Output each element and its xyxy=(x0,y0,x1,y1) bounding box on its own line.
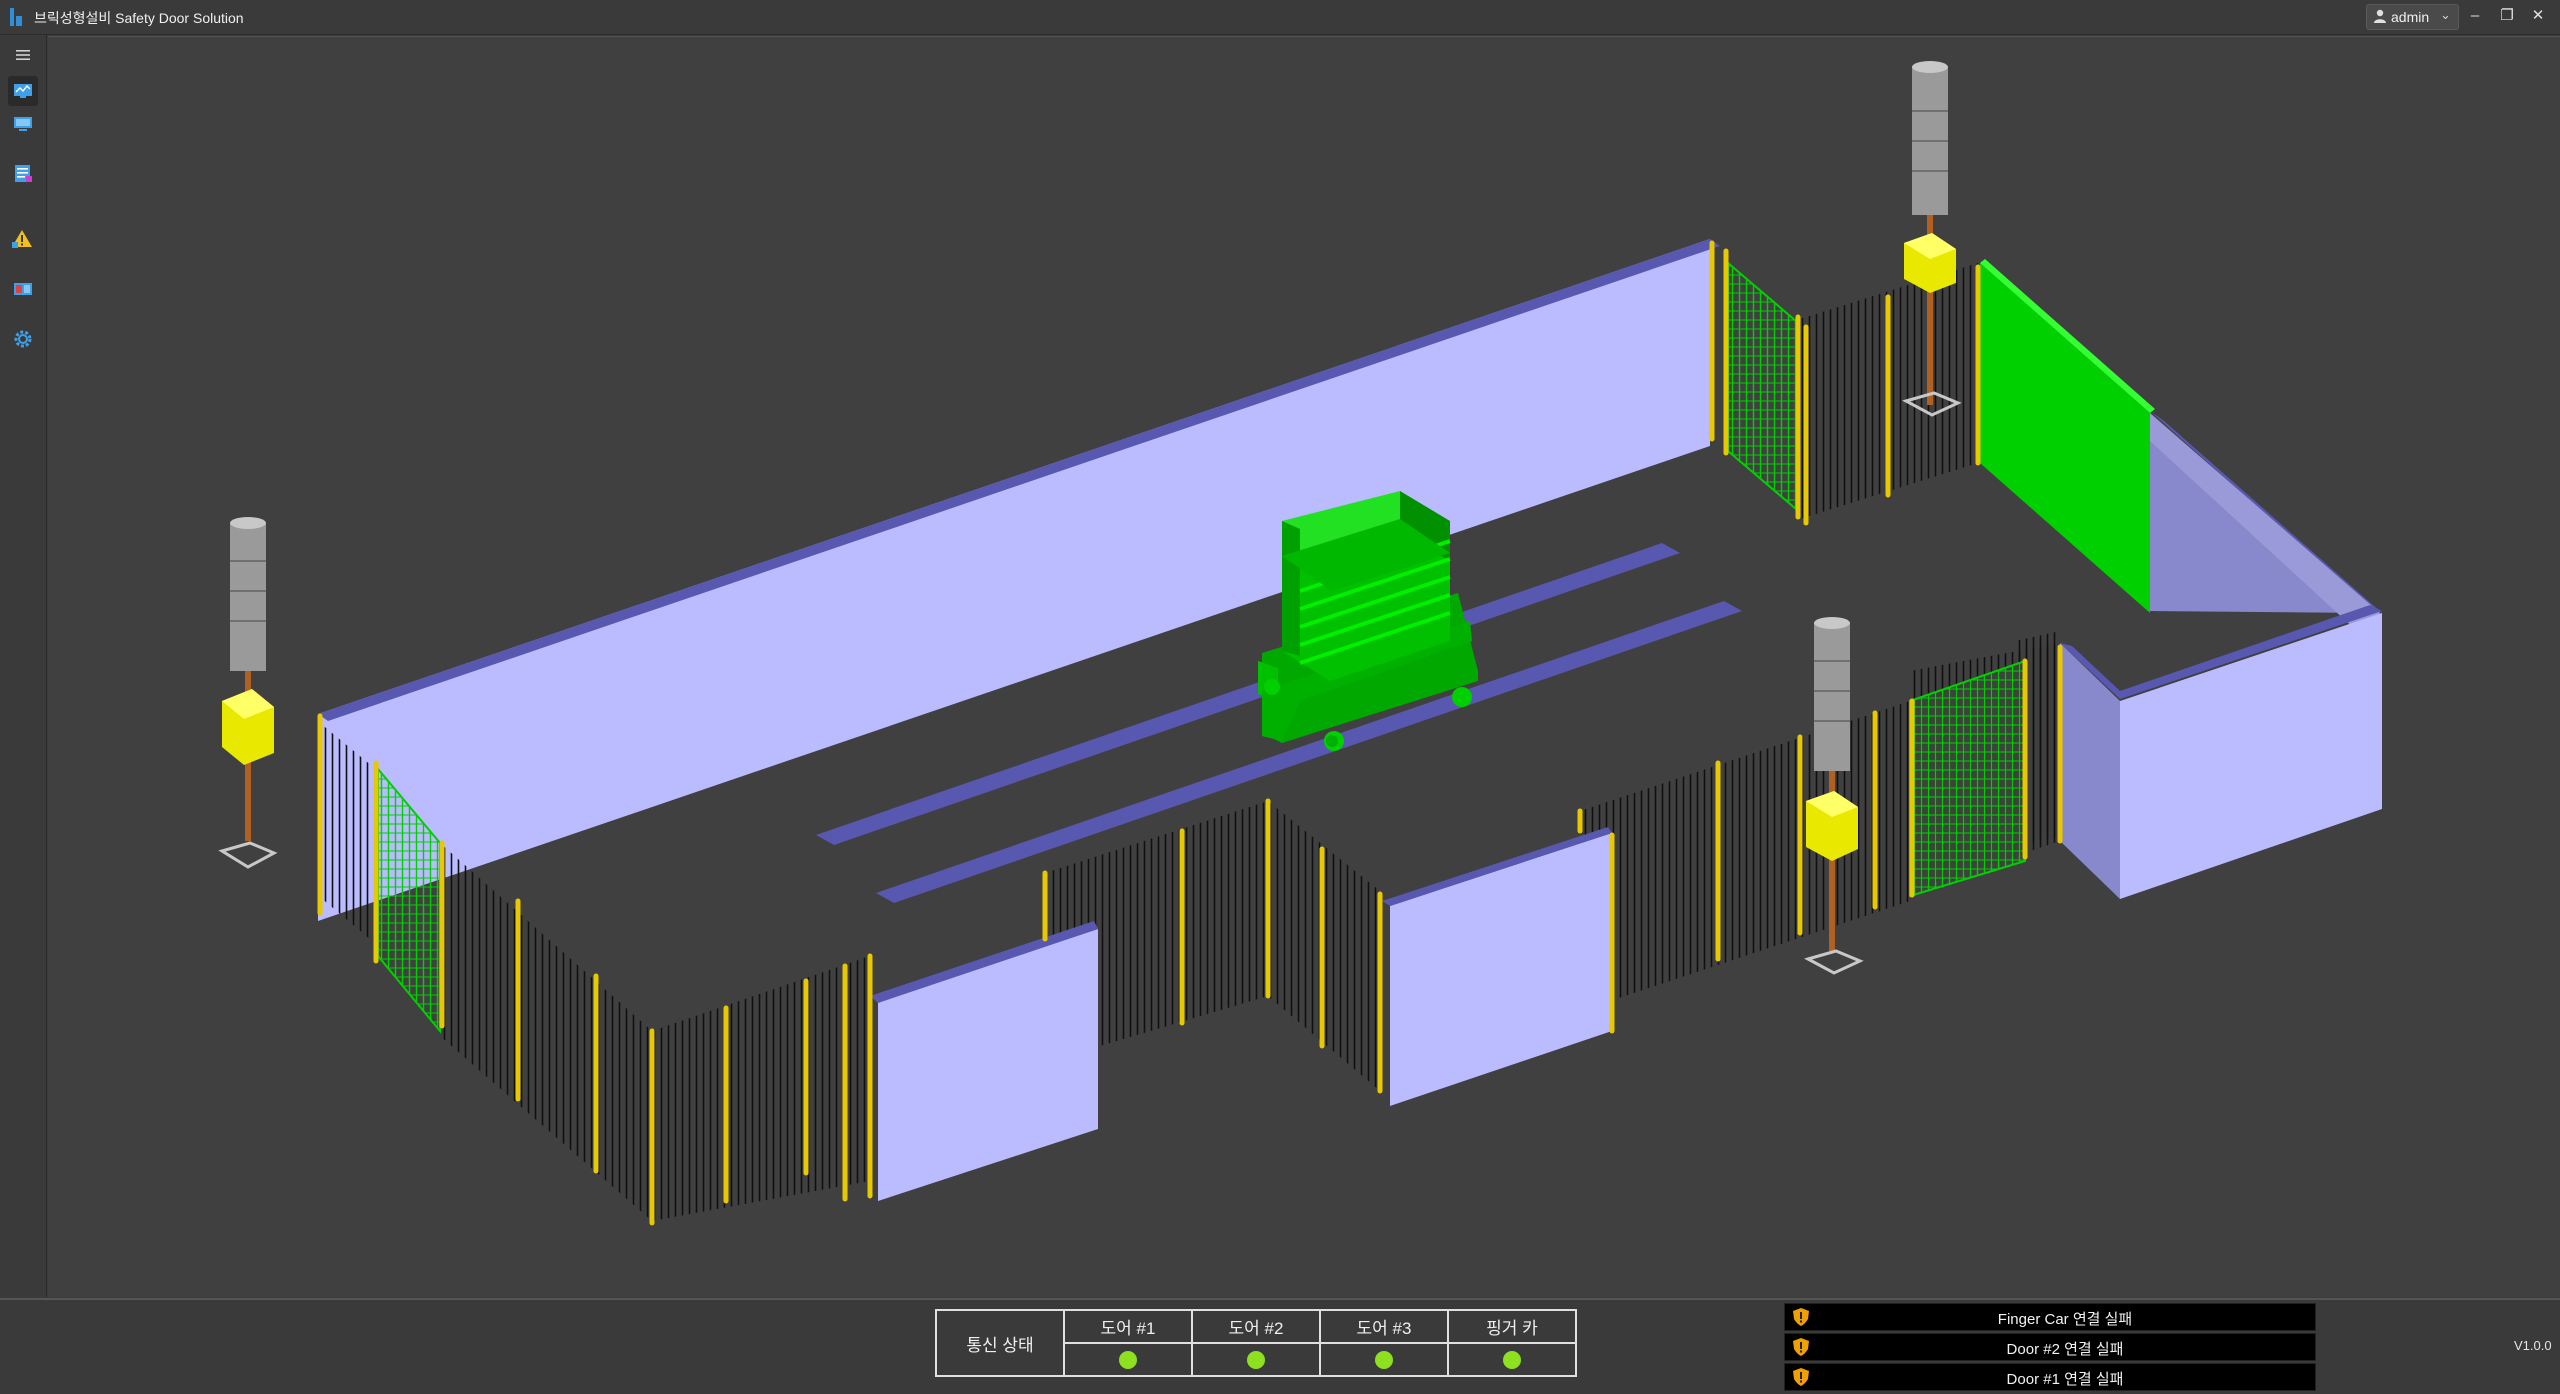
comm-status-cell xyxy=(1447,1342,1577,1377)
app-logo xyxy=(10,8,24,26)
alarm-text: Door #1 연결 실패 xyxy=(2006,1371,2124,1388)
restore-button[interactable]: ❐ xyxy=(2492,4,2522,28)
sidebar-item-report[interactable] xyxy=(8,158,38,188)
chevron-down-icon: ⌄ xyxy=(2440,7,2451,22)
shield-warning-icon xyxy=(1793,1338,1809,1356)
status-led-door-3 xyxy=(1375,1351,1393,1370)
alarm-text: Finger Car 연결 실패 xyxy=(1997,1311,2133,1328)
comm-device-door-3: 도어 #3 xyxy=(1319,1309,1449,1344)
back-wall xyxy=(318,239,1720,921)
comm-device-finger-car: 핑거 카 xyxy=(1447,1309,1577,1344)
status-led-door-2 xyxy=(1247,1351,1265,1370)
hamburger-icon xyxy=(16,50,30,60)
status-led-finger-car xyxy=(1503,1351,1521,1370)
sidebar-item-alarm[interactable] xyxy=(8,224,38,254)
sidebar-item-monitoring[interactable] xyxy=(8,76,38,106)
sidebar-item-menu[interactable] xyxy=(8,40,38,70)
comm-status-cell xyxy=(1319,1342,1449,1377)
comm-status-label: 통신 상태 xyxy=(935,1309,1065,1377)
factory-scene xyxy=(218,61,2382,1226)
door-2-mesh xyxy=(1727,260,1797,512)
comm-status-table: 통신 상태 도어 #1 도어 #2 도어 #3 핑거 카 xyxy=(935,1309,1577,1377)
warning-triangle-icon xyxy=(12,230,32,248)
sidebar-item-door[interactable] xyxy=(8,274,38,304)
door-3-green-panel xyxy=(1980,263,2150,613)
comm-status-cell xyxy=(1063,1342,1193,1377)
monitor-chart-icon xyxy=(14,84,32,98)
comm-status-cell xyxy=(1191,1342,1321,1377)
close-button[interactable]: ✕ xyxy=(2523,4,2553,28)
sidebar-item-settings[interactable] xyxy=(8,324,38,354)
user-icon xyxy=(2374,9,2386,23)
shield-warning-icon xyxy=(1793,1368,1809,1386)
display-icon xyxy=(14,117,32,131)
sidebar-item-screen[interactable] xyxy=(8,108,38,138)
gear-icon xyxy=(14,330,32,348)
comm-device-door-2: 도어 #2 xyxy=(1191,1309,1321,1344)
alarm-item[interactable]: Door #1 연결 실패 xyxy=(1784,1363,2316,1391)
alarm-text: Door #2 연결 실패 xyxy=(2006,1341,2124,1358)
shield-warning-icon xyxy=(1793,1308,1809,1326)
list-report-icon xyxy=(15,165,32,182)
app-title: 브릭성형설비 Safety Door Solution xyxy=(34,10,244,26)
alarm-item[interactable]: Finger Car 연결 실패 xyxy=(1784,1303,2316,1331)
user-menu[interactable]: admin ⌄ xyxy=(2366,4,2459,30)
alarm-item[interactable]: Door #2 연결 실패 xyxy=(1784,1333,2316,1361)
sidebar xyxy=(0,35,47,1297)
user-name: admin xyxy=(2391,9,2430,25)
status-led-door-1 xyxy=(1119,1351,1137,1370)
minimize-button[interactable]: – xyxy=(2460,4,2490,28)
app-version: V1.0.0 xyxy=(2514,1338,2552,1353)
signal-tower-left xyxy=(218,517,278,869)
comm-device-door-1: 도어 #1 xyxy=(1063,1309,1193,1344)
door-front-mesh xyxy=(1909,659,2026,898)
alarm-list: Finger Car 연결 실패 Door #2 연결 실패 Door #1 연… xyxy=(1784,1303,2316,1393)
scene-viewport xyxy=(48,36,2560,1297)
title-bar: 브릭성형설비 Safety Door Solution admin ⌄ – ❐ … xyxy=(0,0,2560,35)
door-panel-icon xyxy=(14,283,32,295)
